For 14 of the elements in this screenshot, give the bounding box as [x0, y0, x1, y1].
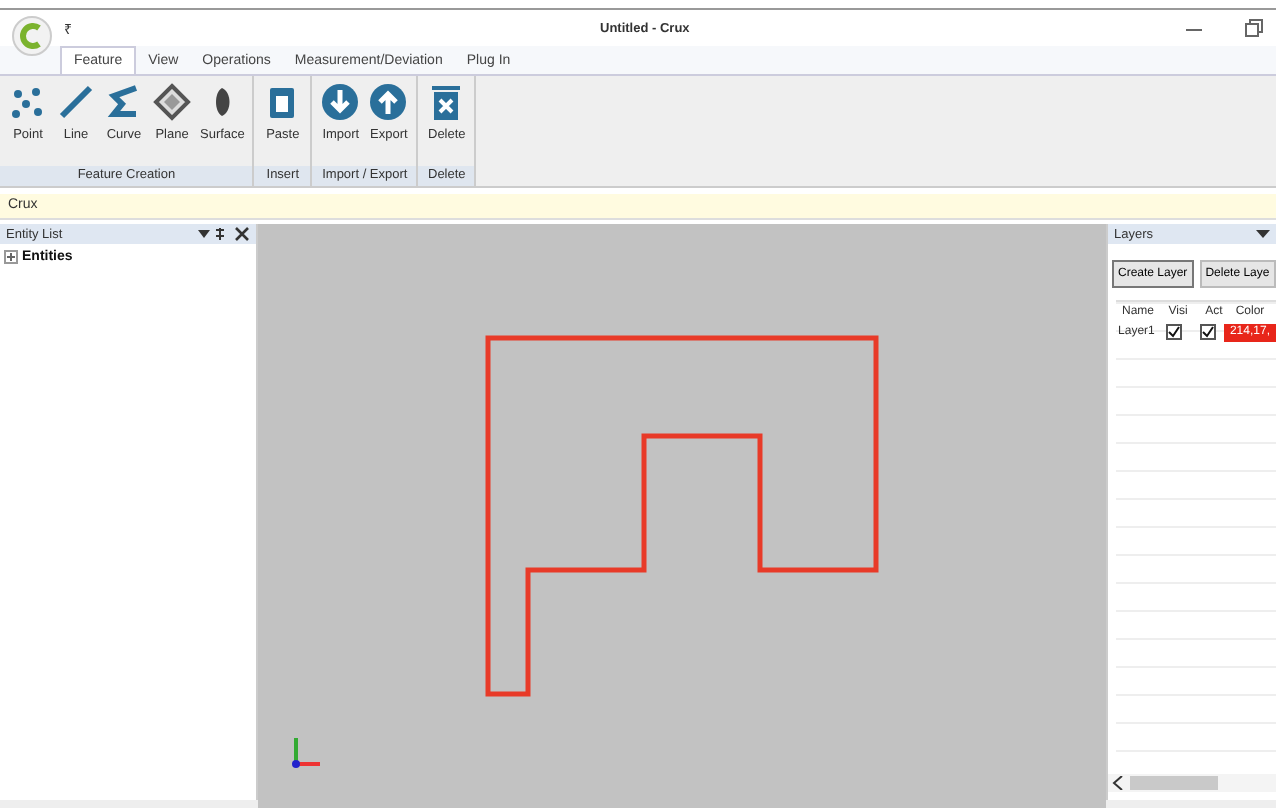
plane-icon: [152, 82, 192, 122]
restore-icon[interactable]: [1244, 18, 1264, 38]
scrollbar-thumb[interactable]: [1130, 776, 1218, 790]
points-icon: [8, 82, 48, 122]
checkbox[interactable]: [1199, 324, 1216, 340]
dropdown-icon[interactable]: [1256, 228, 1270, 240]
scroll-left-icon[interactable]: [1112, 776, 1124, 790]
checkbox[interactable]: [1165, 324, 1182, 340]
axis-triad-icon: [292, 738, 320, 768]
line-icon: [56, 82, 96, 122]
import-icon: [320, 82, 361, 122]
export-icon: [368, 82, 409, 122]
panel-controls-icon[interactable]: [198, 226, 250, 242]
expand-icon[interactable]: [4, 250, 18, 264]
